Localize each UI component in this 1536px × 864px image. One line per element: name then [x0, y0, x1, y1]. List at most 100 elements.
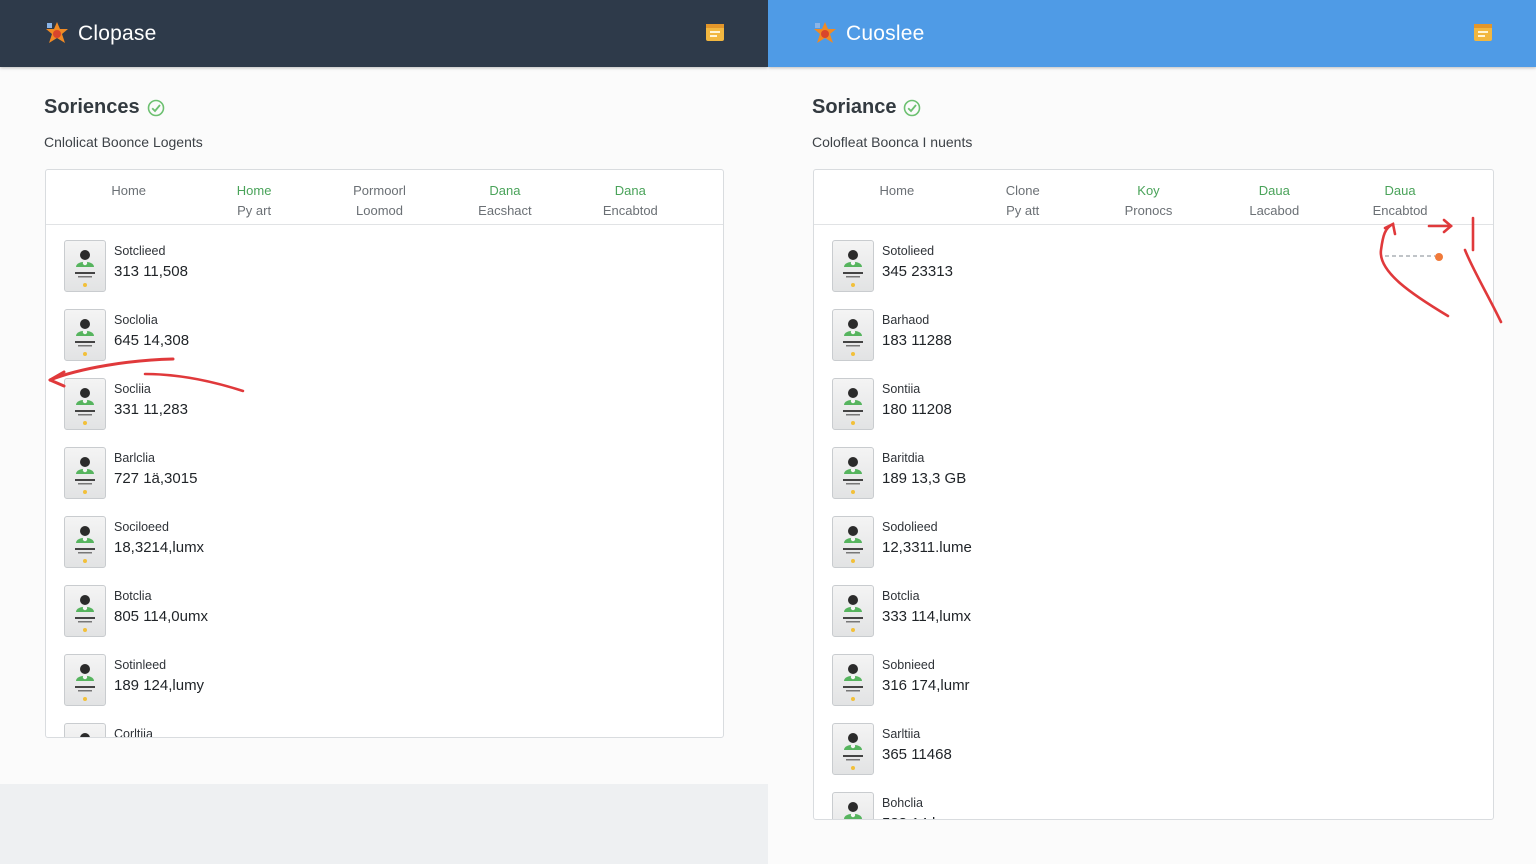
app-title: Cuoslee [846, 21, 925, 45]
page-title-text: Soriance [812, 96, 897, 118]
list-item[interactable]: Sotclieed 313 11,508 [64, 240, 188, 294]
user-avatar-icon [64, 309, 106, 361]
list-item-name: Sotclieed [114, 244, 166, 258]
page-title: Soriance [812, 96, 921, 119]
list-item-value: 805 114,0umx [114, 608, 208, 625]
page-subtitle: Colofleat Boonca I nuents [812, 134, 973, 150]
user-avatar-icon [832, 516, 874, 568]
tab-sublabel: Encabtod [1372, 203, 1428, 218]
list-item[interactable]: Barhaod 183 11288 [832, 309, 952, 363]
tab-2[interactable]: Home Py art [191, 170, 316, 224]
list-item-name: Soclolia [114, 313, 158, 327]
list-item-name: Sotolieed [882, 244, 935, 258]
tab-label: Dana [489, 183, 521, 198]
list-item[interactable]: Sarltiia 365 11468 [832, 723, 952, 777]
list-item[interactable]: Sotinleed 189 124,lumy [64, 654, 204, 708]
list-item-text: Botclia 805 114,0umx [114, 585, 208, 630]
tab-label: Daua [1384, 183, 1416, 198]
right-content: Soriance Colofleat Boonca I nuents Home C… [768, 67, 1536, 864]
tab-5[interactable]: Daua Encabtod [1337, 170, 1463, 224]
list-item-value: 727 1ä,3015 [114, 470, 198, 487]
tab-5[interactable]: Dana Encabtod [568, 170, 693, 224]
app-title: Clopase [78, 21, 157, 45]
notepad-icon[interactable] [1472, 21, 1494, 43]
puzzle-logo-icon [46, 21, 68, 43]
list-item-value: 12,3311.lume [882, 539, 972, 556]
list-item[interactable]: Baritdia 189 13,3 GB [832, 447, 966, 501]
list-item[interactable]: Bohclia533 14,lumx [832, 792, 964, 819]
tab-1[interactable]: Home [834, 170, 960, 224]
tab-sublabel: Loomod [356, 203, 403, 218]
list-item[interactable]: Botclia 805 114,0umx [64, 585, 208, 639]
list-item[interactable]: Sontiia 180 11208 [832, 378, 952, 432]
list-item[interactable]: Barlclia 727 1ä,3015 [64, 447, 197, 501]
right-header: Cuoslee [768, 0, 1536, 67]
tab-label: Dana [614, 183, 646, 198]
list-item-name: Socliia [114, 382, 151, 396]
list-item[interactable]: Sotolieed 345 23313 [832, 240, 953, 294]
tab-label: Home [236, 183, 272, 198]
list-item-value: 533 14,lumx [882, 811, 964, 819]
list-item[interactable]: Corltiia [64, 723, 153, 737]
user-avatar-icon [832, 309, 874, 361]
list-item[interactable]: Sodolieed 12,3311.lume [832, 516, 972, 570]
list-item-text: Soclolia 645 14,308 [114, 309, 189, 354]
tab-bar: Home Home Py art Pormoorl Loomod Dana Eacshact… [46, 170, 723, 225]
list-item-text: Baritdia 189 13,3 GB [882, 447, 966, 492]
user-avatar-icon [64, 723, 106, 737]
list-item-value: 189 124,lumy [114, 677, 205, 694]
list-item-name: Botclia [882, 589, 920, 603]
left-header: Clopase [0, 0, 768, 67]
list-item-text: Corltiia [114, 723, 153, 737]
tab-4[interactable]: Daua Lacabod [1211, 170, 1337, 224]
tab-sublabel: Lacabod [1249, 203, 1300, 218]
list-item[interactable]: Sociloeed 18,3214,lumx [64, 516, 204, 570]
list-item-text: Bohclia533 14,lumx [882, 792, 964, 819]
list-item[interactable]: Botclia 333 114,lumx [832, 585, 971, 639]
list-item-name: Sotinleed [114, 658, 167, 672]
tab-sublabel: Py att [1006, 203, 1040, 218]
list-item-name: Bohclia [882, 796, 923, 810]
list-item-name: Baritdia [882, 451, 925, 465]
list-item-value: 180 11208 [882, 401, 952, 418]
tab-4[interactable]: Dana Eacshact [442, 170, 567, 224]
list-item-name: Botclia [114, 589, 152, 603]
tab-1[interactable]: Home [66, 170, 191, 224]
list-item-value: 331 11,283 [114, 401, 188, 418]
list-item-value: 183 11288 [882, 332, 952, 349]
user-avatar-icon [64, 447, 106, 499]
list-item-text: Botclia 333 114,lumx [882, 585, 971, 630]
puzzle-logo-icon [814, 21, 836, 43]
list-item[interactable]: Soclolia 645 14,308 [64, 309, 189, 363]
user-avatar-icon [832, 378, 874, 430]
user-avatar-icon [64, 378, 106, 430]
tab-sublabel: Encabtod [602, 203, 658, 218]
user-avatar-icon [832, 585, 874, 637]
list-item-value: 333 114,lumx [882, 608, 971, 625]
user-avatar-icon [832, 447, 874, 499]
list-item-name: Sociloeed [114, 520, 169, 534]
list-item-value: 189 13,3 GB [882, 470, 967, 487]
list-item-text: Sarltiia 365 11468 [882, 723, 952, 768]
page-subtitle: Cnlolicat Boonce Logents [44, 134, 203, 150]
tab-3[interactable]: Koy Pronocs [1086, 170, 1212, 224]
user-avatar-icon [832, 792, 874, 819]
list-item[interactable]: Sobnieed 316 174,lumr [832, 654, 970, 708]
list-item[interactable]: Socliia 331 11,283 [64, 378, 188, 432]
tab-label: Home [111, 183, 147, 198]
page-title: Soriences [44, 96, 165, 119]
tab-2[interactable]: Clone Py att [960, 170, 1086, 224]
records-card: Home Clone Py att Koy Pronocs Daua Lacabod Daua… [813, 169, 1494, 820]
left-content: Soriences Cnlolicat Boonce Logents Home H… [0, 67, 768, 784]
list-item-value: 18,3214,lumx [114, 539, 205, 556]
tab-3[interactable]: Pormoorl Loomod [317, 170, 442, 224]
user-avatar-icon [64, 240, 106, 292]
list-item-text: Sodolieed 12,3311.lume [882, 516, 972, 561]
list-item-value: 645 14,308 [114, 332, 190, 349]
list-item-value: 345 23313 [882, 263, 953, 280]
list-item-text: Barlclia 727 1ä,3015 [114, 447, 197, 492]
notepad-icon[interactable] [704, 21, 726, 43]
list-item-text: Socliia 331 11,283 [114, 378, 188, 423]
check-circle-icon [904, 99, 921, 116]
records-list: Sotclieed 313 11,508 Soclolia 645 14,308 Soc… [46, 226, 723, 737]
